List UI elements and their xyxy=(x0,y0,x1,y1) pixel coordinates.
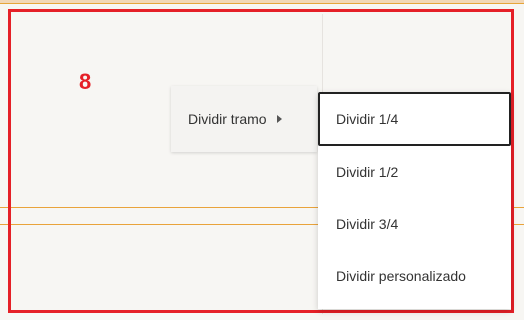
submenu-item-dividir-3-4[interactable]: Dividir 3/4 xyxy=(318,198,511,250)
menu-item-dividir-tramo[interactable]: Dividir tramo xyxy=(171,86,317,152)
context-menu: Dividir tramo xyxy=(171,86,317,152)
top-guide-line xyxy=(0,3,524,4)
submenu-item-label: Dividir 1/4 xyxy=(336,111,399,127)
submenu-item-dividir-personalizado[interactable]: Dividir personalizado xyxy=(318,250,511,302)
cell-number-label: 8 xyxy=(79,69,92,94)
submenu-item-label: Dividir 1/2 xyxy=(336,164,399,180)
submenu-item-dividir-1-4[interactable]: Dividir 1/4 xyxy=(318,92,511,146)
chevron-right-icon xyxy=(276,115,282,123)
submenu: Dividir 1/4 Dividir 1/2 Dividir 3/4 Divi… xyxy=(318,92,511,309)
submenu-item-dividir-1-2[interactable]: Dividir 1/2 xyxy=(318,146,511,198)
submenu-item-label: Dividir personalizado xyxy=(336,268,466,284)
menu-item-label: Dividir tramo xyxy=(188,111,267,127)
submenu-item-label: Dividir 3/4 xyxy=(336,216,399,232)
